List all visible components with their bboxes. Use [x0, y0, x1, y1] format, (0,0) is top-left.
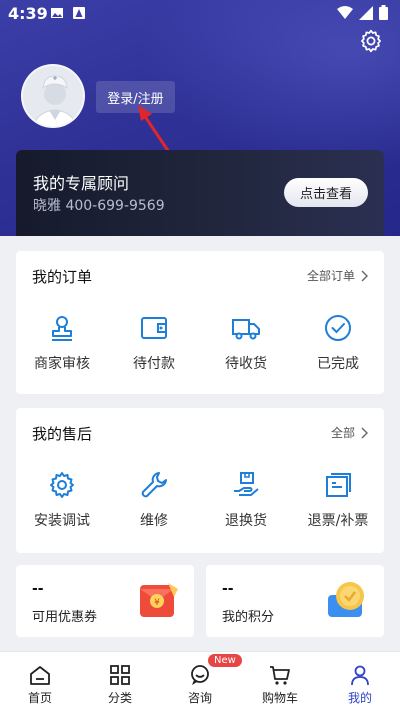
tab-cart[interactable]: 购物车: [240, 652, 320, 711]
points-label: 我的积分: [222, 610, 275, 625]
order-pending-payment[interactable]: 待付款: [108, 313, 200, 373]
chat-icon: [191, 665, 209, 685]
points-card[interactable]: -- 我的积分: [206, 565, 384, 637]
person-icon: [351, 665, 369, 686]
advisor-contact: 晓雅 400-699-9569: [33, 198, 165, 214]
advisor-title: 我的专属顾问: [33, 174, 130, 193]
merchant-review-icon: [52, 316, 72, 341]
invoice-icon: [326, 473, 351, 497]
tab-home[interactable]: 首页: [0, 652, 80, 711]
service-label: 退票/补票: [307, 513, 369, 529]
avatar[interactable]: [21, 64, 85, 128]
coupons-label: 可用优惠券: [32, 610, 98, 625]
truck-icon: [232, 319, 260, 340]
wallet-icon: [141, 317, 167, 339]
order-label: 商家审核: [34, 356, 90, 372]
service-install[interactable]: 安装调试: [16, 470, 108, 530]
check-circle-icon: [325, 315, 351, 341]
orders-grid: 商家审核 待付款 待收货 已完成: [16, 313, 384, 373]
login-register-button[interactable]: 登录/注册: [96, 81, 175, 113]
after-sales-title: 我的售后: [32, 425, 93, 443]
service-invoice[interactable]: 退票/补票: [292, 470, 384, 530]
cart-icon: [270, 666, 290, 685]
points-value: --: [222, 581, 234, 597]
order-pending-receipt[interactable]: 待收货: [200, 313, 292, 373]
tab-label: 我的: [347, 691, 372, 705]
wifi-icon: [337, 5, 353, 19]
battery-icon: [379, 5, 388, 20]
orders-card: 我的订单 全部订单 商家审核 待付款 待收货 已完成: [16, 251, 384, 394]
all-after-sales-link[interactable]: 全部: [331, 424, 368, 441]
tab-label: 咨询: [187, 691, 212, 705]
service-label: 安装调试: [34, 513, 90, 529]
signal-icon: [359, 5, 373, 20]
view-advisor-button[interactable]: 点击查看: [284, 178, 368, 207]
red-envelope-icon: ¥: [140, 583, 178, 617]
settings-gear-icon[interactable]: [358, 28, 384, 54]
install-gear-icon: [50, 472, 74, 498]
service-repair[interactable]: 维修: [108, 470, 200, 530]
after-sales-grid: 安装调试 维修 退换货 退票/补票: [16, 470, 384, 530]
order-label: 待收货: [225, 356, 267, 372]
order-merchant-review[interactable]: 商家审核: [16, 313, 108, 373]
app-notify-icon: [73, 7, 85, 19]
bottom-tab-bar: 首页 分类 咨询 New 购物车 我的: [0, 651, 400, 711]
home-icon: [30, 666, 50, 685]
all-after-sales-label: 全部: [330, 426, 355, 440]
all-orders-label: 全部订单: [306, 269, 355, 283]
tab-mine[interactable]: 我的: [320, 652, 400, 711]
wrench-icon: [141, 472, 167, 498]
status-time: 4:39: [8, 4, 48, 23]
coupons-value: --: [32, 581, 44, 597]
chevron-right-icon: [361, 427, 368, 438]
service-label: 维修: [140, 513, 168, 529]
status-bar: 4:39: [0, 0, 400, 28]
tab-label: 分类: [107, 691, 132, 705]
service-label: 退换货: [225, 513, 267, 529]
grid-icon: [110, 665, 130, 685]
tab-label: 首页: [27, 691, 52, 705]
advisor-banner: 我的专属顾问 晓雅 400-699-9569 点击查看: [16, 150, 384, 236]
profile-header: 4:39 登录/注册 我的专属顾问 晓雅 400-699-9569 点击查看: [0, 0, 400, 236]
svg-text:¥: ¥: [154, 598, 160, 608]
tab-category[interactable]: 分类: [80, 652, 160, 711]
gallery-icon: [51, 8, 63, 18]
doctor-avatar-icon: [23, 66, 83, 126]
coupons-card[interactable]: -- 可用优惠券 ¥: [16, 565, 194, 637]
orders-title: 我的订单: [32, 268, 93, 286]
tab-label: 购物车: [261, 691, 298, 705]
all-orders-link[interactable]: 全部订单: [307, 267, 368, 284]
new-badge: New: [208, 654, 242, 667]
after-sales-card: 我的售后 全部 安装调试 维修 退换货 退票/补票: [16, 408, 384, 553]
return-box-icon: [234, 472, 259, 496]
points-coin-icon: [328, 582, 364, 617]
order-label: 待付款: [133, 356, 175, 372]
order-completed[interactable]: 已完成: [292, 313, 384, 373]
tab-consult[interactable]: 咨询 New: [160, 652, 242, 711]
chevron-right-icon: [361, 270, 368, 281]
service-return[interactable]: 退换货: [200, 470, 292, 530]
order-label: 已完成: [317, 356, 359, 372]
